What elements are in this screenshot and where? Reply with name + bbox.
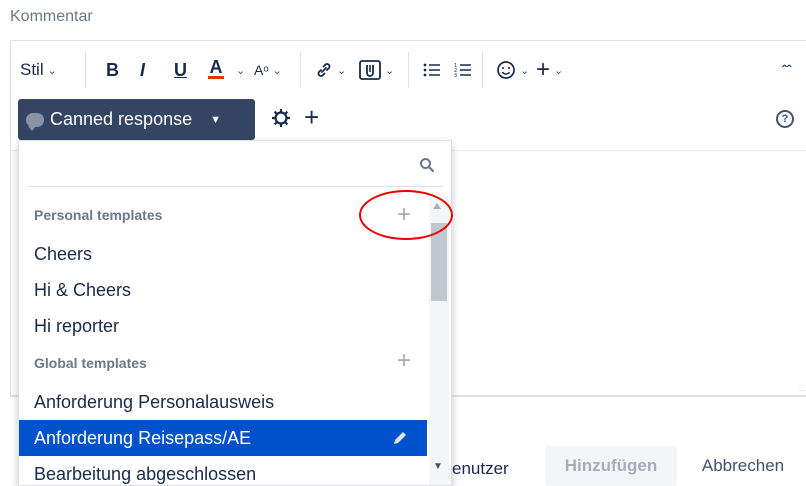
chevron-down-icon: ⌄: [385, 64, 395, 77]
template-search-input[interactable]: [27, 149, 443, 187]
editor-toolbar: Stil ⌄ B I U A ⌄ Aᵒ ⌄ ⌄ ⌄ 123 ⌄ + ⌄ ˆˆ: [10, 44, 806, 94]
toolbar-separator: [85, 52, 86, 88]
gear-icon[interactable]: [271, 108, 291, 132]
underline-icon: U: [174, 59, 187, 80]
bold-button[interactable]: B: [106, 58, 119, 82]
plus-icon: +: [536, 56, 551, 83]
caret-down-icon: ▼: [210, 113, 221, 126]
svg-text:3: 3: [454, 73, 457, 78]
attachment-icon: [359, 60, 381, 80]
add-button[interactable]: Hinzufügen: [545, 446, 677, 486]
canned-response-dropdown: Personal templates + Cheers Hi & Cheers …: [18, 140, 452, 486]
chevron-down-icon: ⌄: [272, 64, 282, 77]
numbered-list-icon: 123: [454, 63, 471, 78]
underline-button[interactable]: U: [174, 58, 187, 82]
add-template-icon[interactable]: +: [304, 104, 319, 130]
style-dropdown[interactable]: Stil ⌄: [20, 58, 57, 82]
more-formatting-button[interactable]: Aᵒ ⌄: [254, 58, 282, 82]
caret-down-icon[interactable]: ▼: [433, 461, 443, 472]
collapse-toolbar-button[interactable]: ˆˆ: [782, 58, 791, 82]
canned-response-button[interactable]: Canned response ▼: [18, 99, 255, 140]
search-icon: [420, 158, 435, 173]
text-color-dropdown[interactable]: ⌄: [232, 58, 245, 82]
add-personal-template-icon[interactable]: +: [397, 203, 411, 227]
text-color-icon: A: [209, 57, 223, 77]
emoji-icon: [497, 61, 515, 79]
link-button[interactable]: ⌄: [315, 58, 346, 82]
toolbar-separator: [482, 52, 483, 88]
chevron-down-icon: ⌄: [520, 64, 530, 77]
chevron-down-icon: ⌄: [236, 64, 246, 77]
toolbar-separator: [300, 52, 301, 88]
selected-item-label: Anforderung Reisepass/AE: [34, 427, 252, 448]
insert-more-button[interactable]: + ⌄: [536, 56, 564, 83]
comment-label: Kommentar: [10, 8, 93, 25]
list-item[interactable]: Bearbeitung abgeschlossen: [19, 457, 427, 485]
scrollbar-thumb[interactable]: [431, 223, 447, 301]
list-item[interactable]: Anforderung Personalausweis: [19, 385, 427, 419]
help-icon[interactable]: ?: [776, 110, 794, 128]
chevron-down-icon: ⌄: [47, 64, 57, 77]
text-color-button[interactable]: A: [208, 58, 224, 82]
list-item-selected[interactable]: Anforderung Reisepass/AE: [19, 420, 427, 456]
global-templates-header: Global templates: [34, 355, 147, 371]
style-label: Stil: [20, 60, 44, 79]
resize-handle[interactable]: ..: [799, 384, 803, 393]
list-item[interactable]: Hi reporter: [19, 309, 427, 343]
add-global-template-icon[interactable]: +: [397, 349, 411, 373]
clear-format-icon: Aᵒ: [254, 62, 269, 78]
link-icon: [317, 63, 331, 77]
list-item[interactable]: Cheers: [19, 237, 427, 271]
list-item[interactable]: Hi & Cheers: [19, 273, 427, 307]
personal-templates-header: Personal templates: [34, 207, 163, 223]
pencil-icon[interactable]: [391, 429, 409, 447]
double-chevron-up-icon: ˆˆ: [782, 62, 792, 78]
bullet-list-button[interactable]: [423, 58, 441, 82]
cancel-button[interactable]: Abbrechen: [688, 446, 798, 486]
canned-response-label: Canned response: [50, 109, 193, 129]
toolbar-separator: [408, 52, 409, 88]
italic-button[interactable]: I: [140, 58, 145, 82]
text-color-swatch: [208, 76, 224, 79]
scroll-up-arrow-icon[interactable]: [433, 203, 441, 209]
attachment-button[interactable]: ⌄: [359, 58, 394, 82]
emoji-button[interactable]: ⌄: [496, 58, 529, 82]
italic-icon: I: [140, 59, 146, 80]
numbered-list-button[interactable]: 123: [454, 58, 472, 82]
speech-bubble-icon: [26, 112, 44, 131]
chevron-down-icon: ⌄: [337, 64, 347, 77]
bold-icon: B: [106, 59, 119, 80]
user-visibility-text: enutzer: [452, 459, 509, 478]
chevron-down-icon: ⌄: [554, 64, 564, 77]
bullet-list-icon: [423, 63, 440, 77]
